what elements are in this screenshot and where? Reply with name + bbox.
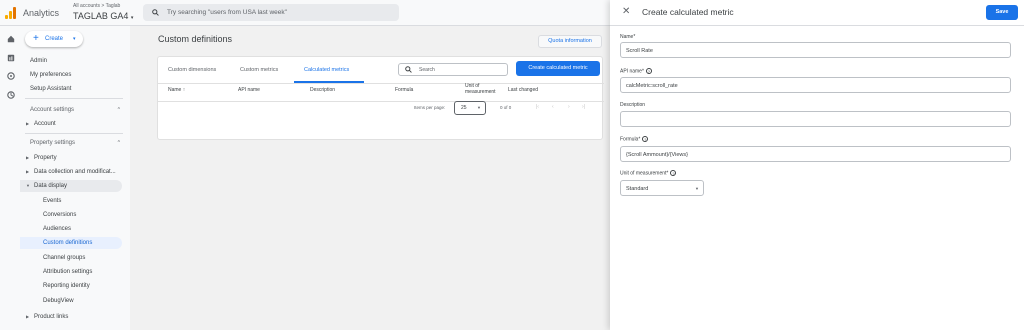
create-calculated-metric-panel: ✕ Create calculated metric Save Name* Sc… bbox=[610, 0, 1024, 330]
name-field[interactable]: Scroll Rate bbox=[620, 42, 1011, 58]
nav-audiences[interactable]: Audiences bbox=[43, 223, 71, 235]
chevron-down-icon: ▼ bbox=[477, 105, 481, 110]
home-icon[interactable] bbox=[7, 35, 15, 43]
column-header-description: Description bbox=[310, 87, 336, 93]
nav-custom-definitions[interactable]: Custom definitions bbox=[20, 237, 122, 249]
api-name-label: API name*? bbox=[620, 68, 652, 75]
collapse-arrow-icon: ▼ bbox=[26, 183, 30, 188]
search-icon bbox=[405, 66, 412, 73]
nav-rail bbox=[0, 26, 20, 330]
app-name: Analytics bbox=[23, 8, 60, 18]
global-search[interactable]: Try searching "users from USA last week" bbox=[143, 4, 399, 21]
tab-calculated-metrics[interactable]: Calculated metrics bbox=[304, 67, 349, 73]
chevron-down-icon: ▾ bbox=[73, 36, 76, 42]
save-button[interactable]: Save bbox=[986, 5, 1018, 20]
admin-sidebar: + Create ▾ Admin My preferences Setup As… bbox=[20, 26, 130, 330]
create-calculated-metric-button[interactable]: Create calculated metric bbox=[516, 61, 600, 76]
page-title: Custom definitions bbox=[158, 34, 233, 44]
unit-of-measurement-select[interactable]: Standard ▼ bbox=[620, 180, 704, 196]
divider bbox=[25, 98, 123, 99]
main-content: Custom definitions Quota information Cus… bbox=[130, 26, 610, 330]
expand-arrow-icon: ▶ bbox=[26, 169, 30, 174]
nav-setup-assistant[interactable]: Setup Assistant bbox=[30, 83, 71, 95]
help-icon[interactable]: ? bbox=[645, 68, 652, 74]
nav-property[interactable]: ▶ Property bbox=[26, 152, 57, 164]
nav-account[interactable]: ▶ Account bbox=[26, 118, 56, 130]
prev-page-icon[interactable]: ‹ bbox=[552, 104, 554, 110]
search-icon bbox=[152, 9, 159, 16]
tabs-divider bbox=[158, 83, 604, 84]
account-breadcrumb[interactable]: All accounts > Taglab bbox=[73, 3, 120, 9]
nav-channel-groups[interactable]: Channel groups bbox=[43, 252, 85, 264]
api-name-field[interactable]: calcMetric:scroll_rate bbox=[620, 77, 1011, 93]
search-placeholder: Try searching "users from USA last week" bbox=[167, 9, 287, 16]
help-icon[interactable]: ? bbox=[670, 170, 677, 176]
column-header-last-changed: Last changed bbox=[508, 87, 539, 93]
name-label: Name* bbox=[620, 34, 636, 40]
formula-label: Formula*? bbox=[620, 136, 649, 143]
nav-debugview[interactable]: DebugView bbox=[43, 295, 74, 307]
expand-arrow-icon: ▶ bbox=[26, 155, 30, 160]
chevron-up-icon: ^ bbox=[117, 107, 120, 113]
quota-information-button[interactable]: Quota information bbox=[538, 35, 602, 48]
table-search-input[interactable]: Search bbox=[398, 63, 508, 76]
expand-arrow-icon: ▶ bbox=[26, 314, 30, 319]
column-header-unit: Unit of measurement bbox=[465, 83, 496, 95]
last-page-icon[interactable]: ›| bbox=[582, 104, 585, 110]
formula-field[interactable]: {Scroll Ammount}/{Views} bbox=[620, 146, 1011, 162]
property-selector[interactable]: TAGLAB GA4 ▾ bbox=[73, 11, 133, 21]
nav-conversions[interactable]: Conversions bbox=[43, 209, 76, 221]
divider bbox=[25, 133, 123, 134]
section-account-settings[interactable]: Account settings ^ bbox=[30, 104, 126, 116]
panel-header: ✕ Create calculated metric Save bbox=[610, 0, 1024, 26]
description-label: Description bbox=[620, 102, 646, 108]
section-property-settings[interactable]: Property settings ^ bbox=[30, 137, 126, 149]
column-header-name[interactable]: Name ↑ bbox=[168, 87, 185, 93]
help-icon[interactable]: ? bbox=[642, 136, 649, 142]
reports-icon[interactable] bbox=[7, 54, 15, 62]
caret-down-icon: ▾ bbox=[130, 15, 134, 21]
analytics-logo-icon[interactable] bbox=[5, 7, 17, 19]
unit-label: Unit of measurement*? bbox=[620, 170, 677, 177]
definitions-card: Custom dimensions Custom metrics Calcula… bbox=[157, 56, 604, 140]
nav-attribution-settings[interactable]: Attribution settings bbox=[43, 266, 92, 278]
next-page-icon[interactable]: › bbox=[568, 104, 570, 110]
advertising-icon[interactable] bbox=[7, 91, 15, 99]
description-field[interactable] bbox=[620, 111, 1011, 127]
header-divider bbox=[158, 101, 604, 102]
tab-custom-metrics[interactable]: Custom metrics bbox=[240, 67, 278, 73]
nav-reporting-identity[interactable]: Reporting identity bbox=[43, 280, 90, 292]
sort-arrow-icon: ↑ bbox=[182, 87, 186, 93]
tab-custom-dimensions[interactable]: Custom dimensions bbox=[168, 67, 216, 73]
nav-events[interactable]: Events bbox=[43, 195, 61, 207]
close-icon[interactable]: ✕ bbox=[622, 5, 630, 19]
nav-product-links[interactable]: ▶ Product links bbox=[26, 311, 68, 323]
explore-icon[interactable] bbox=[7, 72, 15, 80]
nav-admin[interactable]: Admin bbox=[30, 55, 47, 67]
pagination-count: 0 of 0 bbox=[500, 105, 512, 110]
property-name: TAGLAB GA4 bbox=[73, 11, 129, 21]
column-header-formula: Formula bbox=[395, 87, 414, 93]
chevron-up-icon: ^ bbox=[117, 140, 120, 146]
first-page-icon[interactable]: |‹ bbox=[536, 104, 539, 110]
items-per-page-label: Items per page: bbox=[414, 105, 446, 110]
column-header-api-name: API name bbox=[238, 87, 260, 93]
items-per-page-select[interactable]: 25 ▼ bbox=[454, 101, 486, 115]
expand-arrow-icon: ▶ bbox=[26, 121, 30, 126]
plus-icon: + bbox=[33, 33, 39, 44]
create-button[interactable]: + Create ▾ bbox=[25, 31, 83, 47]
nav-my-preferences[interactable]: My preferences bbox=[30, 69, 71, 81]
nav-data-collection[interactable]: ▶ Data collection and modificat... bbox=[26, 166, 116, 178]
chevron-down-icon: ▼ bbox=[695, 186, 699, 191]
nav-data-display[interactable]: ▼ Data display bbox=[20, 180, 122, 192]
panel-title: Create calculated metric bbox=[642, 7, 734, 17]
